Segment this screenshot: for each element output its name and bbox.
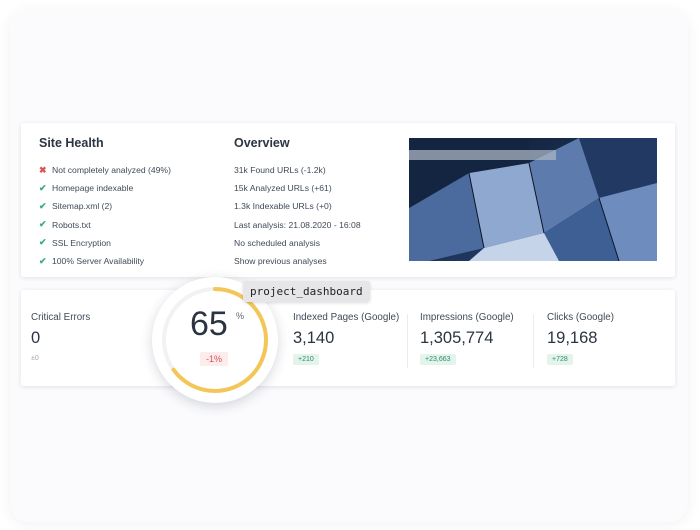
metric-divider bbox=[407, 314, 408, 368]
cross-icon: ✖ bbox=[39, 164, 47, 175]
metric-indexed-pages: Indexed Pages (Google) 3,140 +210 bbox=[293, 312, 400, 365]
site-summary-card: Site Health ✖ Not completely analyzed (49… bbox=[21, 123, 675, 277]
overview-last-analysis: Last analysis: 21.08.2020 - 16:08 bbox=[234, 219, 361, 230]
project-tooltip: project_dashboard bbox=[243, 281, 370, 302]
overview-analyzed-urls: 15k Analyzed URLs (+61) bbox=[234, 183, 332, 194]
metric-impressions: Impressions (Google) 1,305,774 +23,663 bbox=[420, 312, 514, 365]
score-value: 65 bbox=[190, 305, 228, 343]
overview-scheduled-analysis: No scheduled analysis bbox=[234, 237, 320, 248]
site-health-title: Site Health bbox=[39, 136, 104, 150]
check-icon: ✔ bbox=[39, 255, 47, 266]
health-item: ✔ Homepage indexable bbox=[39, 182, 134, 194]
delta-badge: +210 bbox=[293, 354, 319, 365]
overview-found-urls: 31k Found URLs (-1.2k) bbox=[234, 165, 326, 176]
overview-indexable-urls: 1.3k Indexable URLs (+0) bbox=[234, 201, 332, 212]
website-screenshot-preview bbox=[409, 138, 657, 261]
score-unit: % bbox=[236, 311, 245, 321]
health-item: ✔ 100% Server Availability bbox=[39, 255, 145, 267]
score-delta-badge: -1% bbox=[200, 352, 229, 366]
metric-divider bbox=[533, 314, 534, 368]
site-health-list: ✖ Not completely analyzed (49%) ✔ Homepage… bbox=[39, 161, 171, 270]
check-icon: ✔ bbox=[39, 182, 47, 193]
check-icon: ✔ bbox=[39, 219, 47, 230]
health-item: ✔ Sitemap.xml (2) bbox=[39, 200, 113, 212]
health-item: ✔ SSL Encryption bbox=[39, 237, 111, 248]
check-icon: ✔ bbox=[39, 200, 47, 211]
delta-badge: +23,663 bbox=[420, 354, 456, 365]
overview-previous-analyses-link[interactable]: Show previous analyses bbox=[234, 252, 361, 270]
preview-url-bar bbox=[409, 150, 556, 160]
check-icon: ✔ bbox=[39, 237, 47, 248]
metric-critical-errors: Critical Errors 0 ±0 bbox=[31, 312, 91, 362]
overview-list: 31k Found URLs (-1.2k) 15k Analyzed URLs… bbox=[234, 161, 361, 270]
health-item: ✔ Robots.txt bbox=[39, 219, 91, 230]
metric-clicks: Clicks (Google) 19,168 +728 bbox=[547, 312, 614, 365]
delta-badge: +728 bbox=[547, 354, 573, 365]
overview-title: Overview bbox=[234, 136, 290, 150]
health-item: ✖ Not completely analyzed (49%) bbox=[39, 164, 171, 176]
metrics-card: Critical Errors 0 ±0 Indexed Pages (Goog… bbox=[21, 290, 675, 386]
